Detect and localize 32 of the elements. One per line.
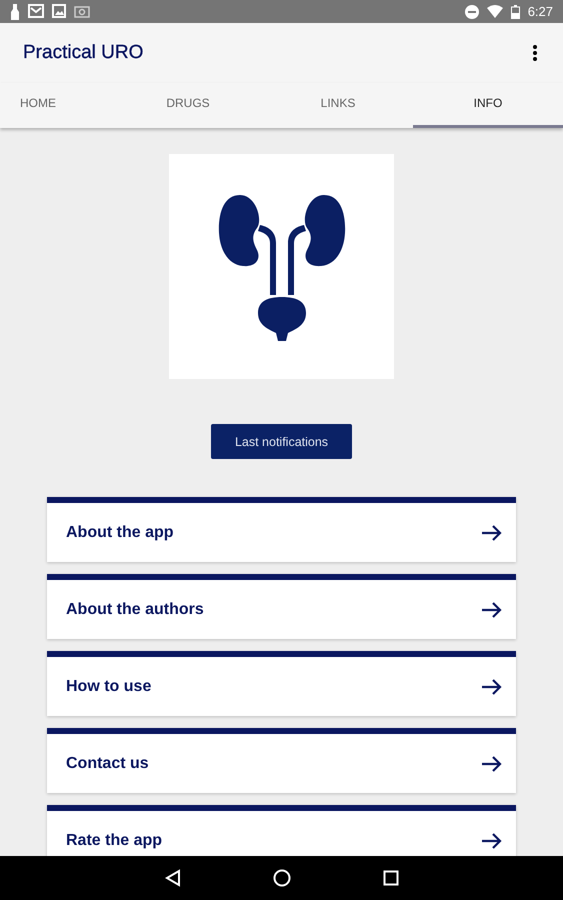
info-card[interactable]: Rate the app	[47, 805, 516, 856]
do-not-disturb-icon	[464, 4, 479, 18]
camera-icon	[74, 4, 90, 18]
info-card[interactable]: About the app	[47, 497, 516, 562]
battery-icon	[510, 4, 520, 18]
clock-time: 6:27	[528, 4, 553, 19]
info-card[interactable]: Contact us	[47, 728, 516, 793]
home-icon[interactable]	[272, 869, 290, 887]
card-label: Contact us	[66, 754, 150, 772]
card-label: About the app	[66, 524, 175, 542]
arrow-right-icon	[482, 602, 502, 618]
urinary-system-icon	[218, 192, 346, 340]
tab[interactable]: DRUGS	[113, 83, 263, 128]
mail-icon	[28, 4, 44, 18]
image-icon	[52, 4, 66, 18]
tab[interactable]: LINKS	[263, 83, 413, 128]
back-icon[interactable]	[164, 869, 180, 887]
card-label: About the authors	[66, 600, 205, 618]
tab[interactable]: HOME	[0, 83, 113, 128]
last-notifications-button[interactable]: Last notifications	[211, 424, 352, 459]
recents-icon[interactable]	[382, 870, 398, 886]
arrow-right-icon	[482, 524, 502, 540]
arrow-right-icon	[482, 756, 502, 772]
tab[interactable]: INFO	[413, 83, 563, 128]
info-card[interactable]: How to use	[47, 651, 516, 716]
wifi-icon	[486, 5, 503, 18]
arrow-right-icon	[482, 832, 502, 848]
card-label: Rate the app	[66, 832, 164, 850]
app-title: Practical URO	[23, 42, 144, 64]
arrow-right-icon	[482, 678, 502, 694]
card-label: How to use	[66, 678, 152, 696]
info-card[interactable]: About the authors	[47, 574, 516, 639]
